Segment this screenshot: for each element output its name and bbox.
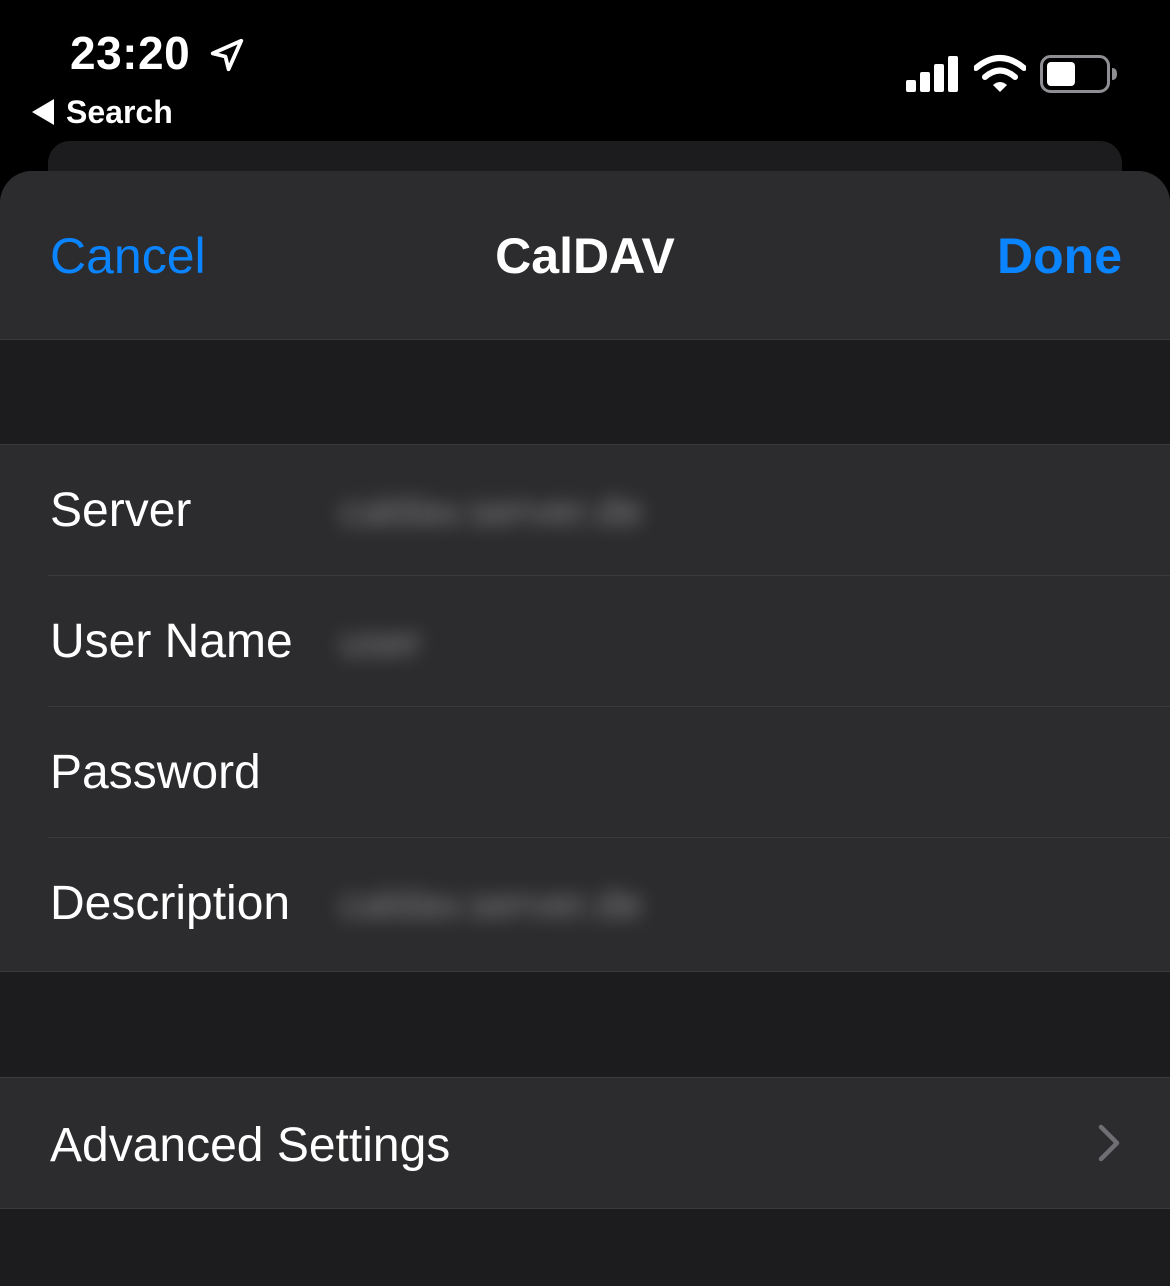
advanced-settings-label: Advanced Settings bbox=[50, 1119, 451, 1172]
back-to-search-button[interactable]: Search bbox=[32, 92, 173, 132]
page-title: CalDAV bbox=[495, 228, 675, 284]
user-name-field[interactable]: user bbox=[330, 596, 1130, 687]
advanced-settings-row[interactable]: Advanced Settings bbox=[0, 1077, 1170, 1209]
status-time: 23:20 bbox=[70, 27, 191, 79]
wifi-icon bbox=[974, 55, 1026, 92]
server-field[interactable]: caldav.server.de bbox=[330, 465, 1130, 556]
done-button[interactable]: Done bbox=[997, 227, 1122, 285]
description-label: Description bbox=[50, 877, 291, 930]
status-bar: 23:20 Search bbox=[0, 0, 1170, 140]
user-name-value: user bbox=[340, 618, 422, 665]
password-row: Password bbox=[0, 707, 1170, 838]
password-label: Password bbox=[50, 746, 261, 799]
caldav-sheet: Cancel CalDAV Done Server caldav.server.… bbox=[0, 171, 1170, 1286]
user-name-row: User Name user bbox=[0, 576, 1170, 707]
nav-bar: Cancel CalDAV Done bbox=[0, 171, 1170, 340]
chevron-right-icon bbox=[1098, 1124, 1120, 1162]
description-field[interactable]: caldav.server.de bbox=[330, 858, 1130, 949]
back-triangle-icon bbox=[32, 99, 54, 125]
cellular-signal-icon bbox=[906, 56, 958, 92]
description-row: Description caldav.server.de bbox=[0, 838, 1170, 969]
description-value: caldav.server.de bbox=[340, 880, 643, 927]
battery-icon bbox=[1040, 55, 1117, 93]
server-label: Server bbox=[50, 484, 192, 537]
location-arrow-icon bbox=[210, 38, 244, 72]
server-row: Server caldav.server.de bbox=[0, 445, 1170, 576]
user-name-label: User Name bbox=[50, 615, 293, 668]
back-search-label: Search bbox=[66, 93, 173, 130]
account-fields-group: Server caldav.server.de User Name user P… bbox=[0, 444, 1170, 972]
server-value: caldav.server.de bbox=[340, 487, 643, 534]
password-field[interactable] bbox=[330, 727, 1130, 818]
